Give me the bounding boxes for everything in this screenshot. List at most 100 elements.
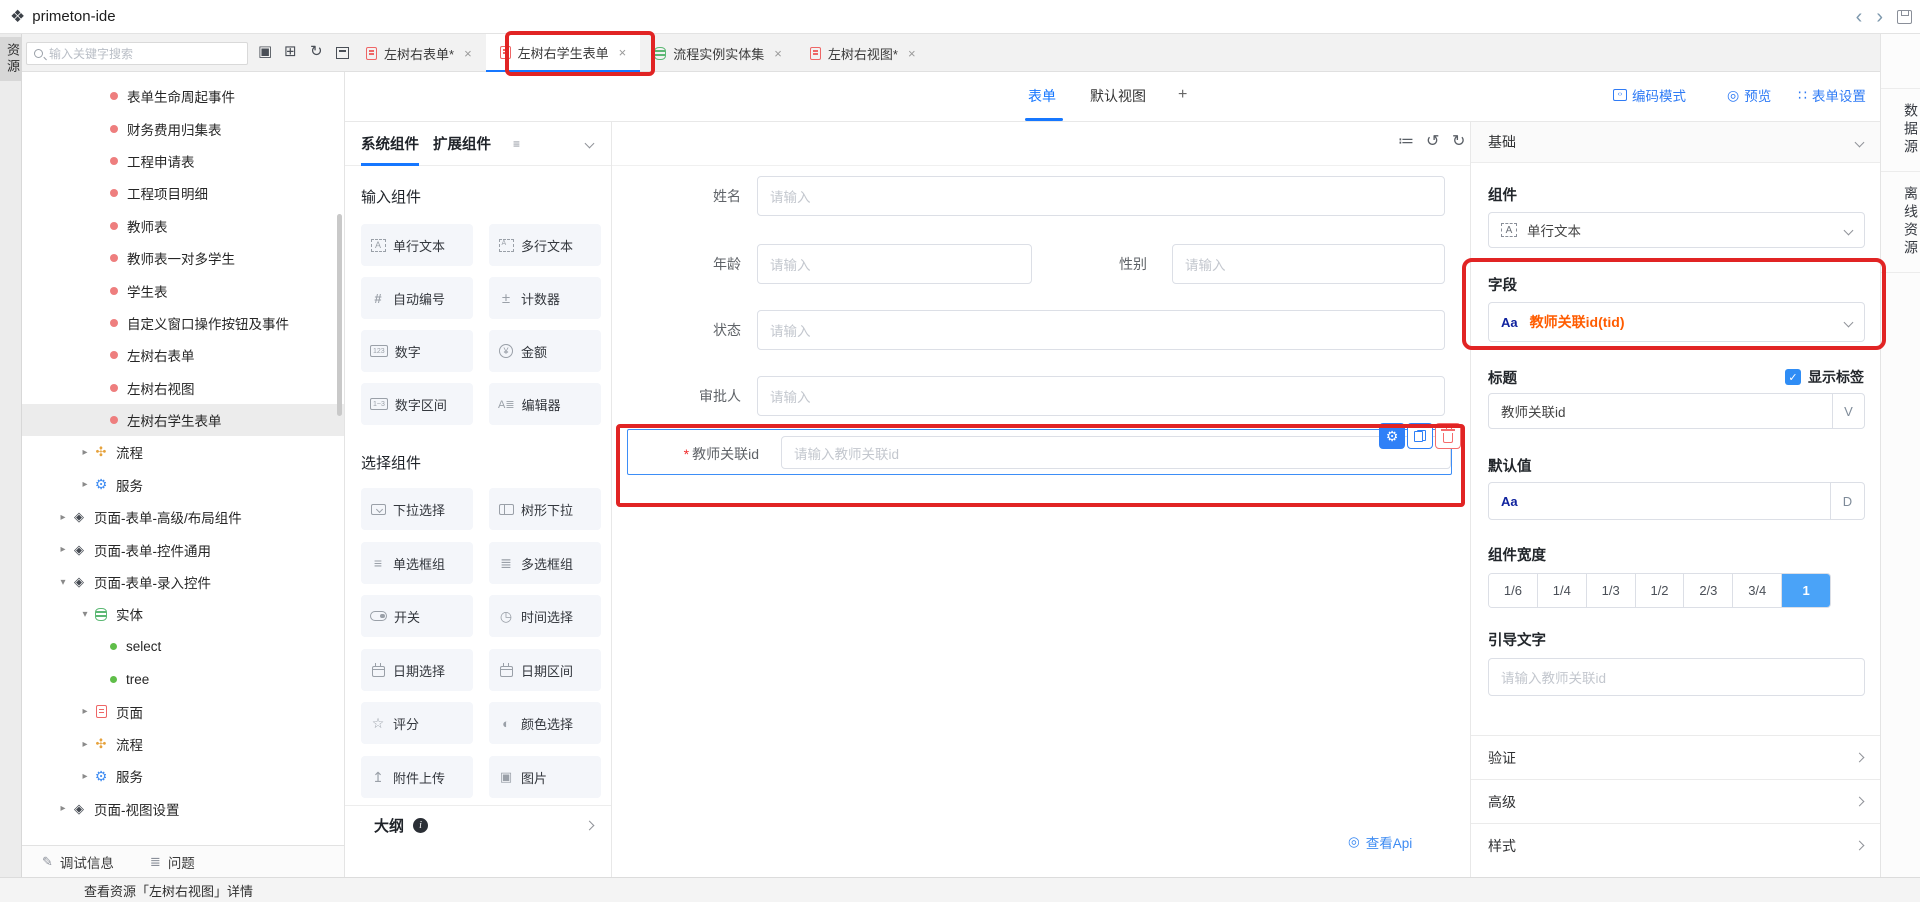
guide-text-input[interactable]: 请输入教师关联id <box>1488 658 1865 696</box>
props-section-validation[interactable]: 验证 <box>1471 735 1881 779</box>
nav-back-icon[interactable]: ‹ <box>1856 7 1863 27</box>
data-source-vertical-tab[interactable]: 数据源 <box>1881 88 1920 172</box>
palette-component-image[interactable]: ▣图片 <box>489 756 601 798</box>
width-option-1-3[interactable]: 1/3 <box>1587 574 1636 607</box>
palette-component-auto-number[interactable]: #自动编号 <box>361 277 473 319</box>
show-label-checkbox[interactable]: ✓ <box>1785 369 1801 385</box>
age-input[interactable]: 请输入 <box>757 244 1032 284</box>
redo-icon[interactable]: ↻ <box>1452 134 1465 150</box>
chevron-down-icon[interactable]: ▾ <box>55 577 71 588</box>
width-option-2-3[interactable]: 2/3 <box>1684 574 1733 607</box>
title-input[interactable]: 教师关联id V <box>1488 393 1865 429</box>
width-option-3-4[interactable]: 3/4 <box>1733 574 1782 607</box>
teacher-id-input[interactable]: 请输入教师关联id <box>781 436 1451 469</box>
resources-vertical-tab[interactable]: 资源 <box>0 37 22 81</box>
chevron-right-icon[interactable]: ▸ <box>77 447 93 458</box>
save-icon[interactable] <box>1897 10 1912 24</box>
tree-item[interactable]: ▸页面 <box>22 695 344 727</box>
tab-form[interactable]: 表单 <box>1028 86 1056 106</box>
palette-component-date-picker[interactable]: 日期选择 <box>361 649 473 691</box>
tree-item[interactable]: ▸✣流程 <box>22 436 344 468</box>
chevron-right-icon[interactable]: ▸ <box>55 544 71 555</box>
collapse-window-icon[interactable] <box>336 47 349 59</box>
tree-item[interactable]: ▸⚙服务 <box>22 469 344 501</box>
chevron-right-icon[interactable]: ▸ <box>55 512 71 523</box>
tree-item[interactable]: ▸◈页面-表单-控件通用 <box>22 533 344 565</box>
view-api-link[interactable]: ◎ 查看Api <box>1348 832 1412 852</box>
tree-item[interactable]: 财务费用归集表 <box>22 112 344 144</box>
tab-system-components[interactable]: 系统组件 <box>361 122 419 166</box>
tree-item[interactable]: ▸◈页面-表单-高级/布局组件 <box>22 501 344 533</box>
field-select[interactable]: Aa 教师关联id(tid) <box>1488 302 1865 342</box>
chevron-down-icon[interactable]: ▾ <box>77 609 93 620</box>
tab-default-view[interactable]: 默认视图 <box>1090 86 1146 106</box>
document-tab[interactable]: 左树右视图*× <box>796 34 930 72</box>
document-tab[interactable]: 流程实例实体集× <box>640 34 796 72</box>
default-value-input[interactable]: Aa D <box>1488 482 1865 520</box>
gender-input[interactable]: 请输入 <box>1172 244 1445 284</box>
document-tab[interactable]: 左树右表单*× <box>352 34 486 72</box>
title-variable-button[interactable]: V <box>1832 394 1864 428</box>
chevron-right-icon[interactable]: ▸ <box>77 739 93 750</box>
tree-item[interactable]: ▸✣流程 <box>22 728 344 760</box>
tree-item[interactable]: 教师表一对多学生 <box>22 242 344 274</box>
refresh-icon[interactable]: ↻ <box>310 44 323 59</box>
palette-component-single-line-text[interactable]: A单行文本 <box>361 224 473 266</box>
close-icon[interactable]: × <box>619 45 627 60</box>
tree-item[interactable]: 左树右学生表单 <box>22 404 344 436</box>
tree-item[interactable]: ▸⚙服务 <box>22 760 344 792</box>
issues-button[interactable]: ≣问题 <box>150 852 195 872</box>
new-folder-icon[interactable]: ⊞ <box>284 44 297 59</box>
palette-component-checkbox-group[interactable]: ≣多选框组 <box>489 542 601 584</box>
approver-input[interactable]: 请输入 <box>757 376 1445 416</box>
offline-resources-vertical-tab[interactable]: 离线资源 <box>1881 172 1920 273</box>
palette-component-switch[interactable]: 开关 <box>361 595 473 637</box>
palette-component-counter[interactable]: ±计数器 <box>489 277 601 319</box>
nav-forward-icon[interactable]: › <box>1876 7 1883 27</box>
palette-component-time-picker[interactable]: ◷时间选择 <box>489 595 601 637</box>
props-section-basic[interactable]: 基础 <box>1471 122 1881 163</box>
chevron-right-icon[interactable]: ▸ <box>77 479 93 490</box>
width-option-1-2[interactable]: 1/2 <box>1636 574 1685 607</box>
status-input[interactable]: 请输入 <box>757 310 1445 350</box>
palette-component-number-range[interactable]: 1~3数字区间 <box>361 383 473 425</box>
preview-button[interactable]: ◎ 预览 <box>1727 85 1771 105</box>
tree-item[interactable]: select <box>22 631 344 663</box>
debug-info-button[interactable]: ✎调试信息 <box>42 852 114 872</box>
palette-component-amount[interactable]: ¥金额 <box>489 330 601 372</box>
tree-item[interactable]: 左树右视图 <box>22 372 344 404</box>
name-input[interactable]: 请输入 <box>757 176 1445 216</box>
width-option-1-6[interactable]: 1/6 <box>1489 574 1538 607</box>
props-section-style[interactable]: 样式 <box>1471 823 1881 867</box>
close-icon[interactable]: × <box>464 46 472 61</box>
tree-item[interactable]: ▸◈页面-视图设置 <box>22 793 344 825</box>
tree-item[interactable]: 工程项目明细 <box>22 177 344 209</box>
palette-component-number[interactable]: 123数字 <box>361 330 473 372</box>
add-view-tab-button[interactable]: + <box>1178 86 1187 104</box>
palette-component-radio-group[interactable]: ≡单选框组 <box>361 542 473 584</box>
tree-scrollbar[interactable] <box>337 214 342 416</box>
tree-item[interactable]: 表单生命周起事件 <box>22 80 344 112</box>
outline-tool-icon[interactable]: ≔ <box>1398 134 1414 150</box>
palette-component-color-picker[interactable]: ◐颜色选择 <box>489 702 601 744</box>
default-dynamic-button[interactable]: D <box>1830 483 1864 519</box>
palette-component-tree-select[interactable]: 树形下拉 <box>489 488 601 530</box>
component-select[interactable]: A 单行文本 <box>1488 212 1865 248</box>
chevron-right-icon[interactable]: ▸ <box>55 803 71 814</box>
form-settings-button[interactable]: ∷ 表单设置 <box>1798 85 1866 105</box>
import-resource-icon[interactable]: ▣ <box>258 44 272 59</box>
width-option-1[interactable]: 1 <box>1782 574 1830 607</box>
close-icon[interactable]: × <box>774 46 782 61</box>
document-tab[interactable]: 左树右学生表单× <box>486 34 641 72</box>
field-settings-button[interactable]: ⚙ <box>1379 423 1405 449</box>
tree-item[interactable]: ▾实体 <box>22 598 344 630</box>
chevron-right-icon[interactable]: ▸ <box>77 771 93 782</box>
field-copy-button[interactable] <box>1407 423 1433 449</box>
outline-expand-icon[interactable] <box>585 821 595 831</box>
palette-component-editor[interactable]: A≣编辑器 <box>489 383 601 425</box>
outline-row[interactable]: 大纲 i <box>345 805 611 845</box>
palette-component-date-range[interactable]: 日期区间 <box>489 649 601 691</box>
palette-component-dropdown-select[interactable]: 下拉选择 <box>361 488 473 530</box>
palette-component-rate[interactable]: ☆评分 <box>361 702 473 744</box>
close-icon[interactable]: × <box>908 46 916 61</box>
